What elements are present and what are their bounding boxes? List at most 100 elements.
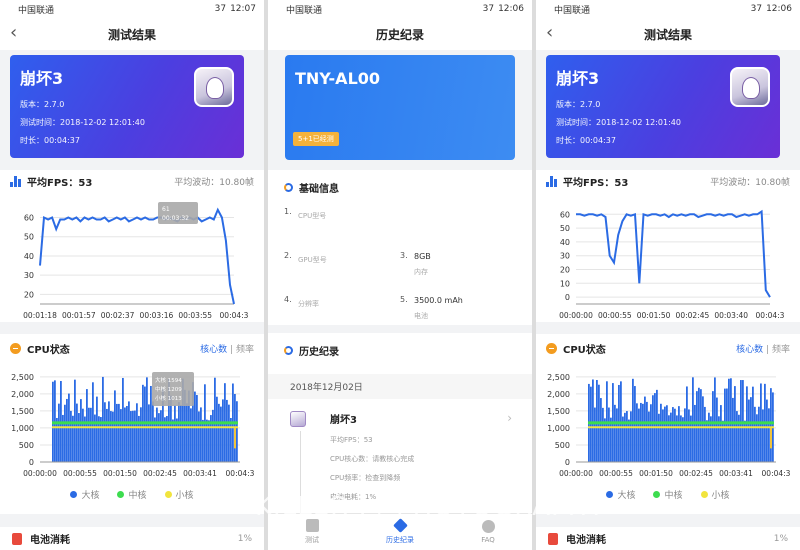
y-tick-label: 20 [560, 265, 570, 274]
cpu-big-core-bar [64, 404, 66, 462]
tab-test[interactable]: 测试 [268, 514, 356, 550]
cpu-big-core-bar [174, 405, 176, 462]
cpu-big-core-bar [640, 402, 642, 462]
cpu-chart: 0 500 1,000 1,500 2,000 2,500 00:00:00 00:00:55… [547, 373, 791, 478]
cpu-big-core-bar [702, 396, 704, 462]
cpu-big-core-bar [202, 419, 204, 462]
cpu-big-core-bar [608, 407, 610, 462]
back-arrow-icon[interactable]: ‹ [546, 24, 553, 42]
cpu-big-core-bar [130, 411, 132, 462]
tab-frequency[interactable]: 频率 [772, 345, 790, 355]
chevron-right-icon[interactable]: › [507, 411, 512, 425]
cpu-big-core-bar [82, 408, 84, 462]
cpu-big-core-bar [732, 397, 734, 462]
cpu-big-core-bar [198, 411, 200, 462]
device-card: TNY-AL00 5+1已经测 [285, 55, 515, 160]
nav-bar: ‹ 测试结果 [0, 18, 264, 50]
panel-test-result-right: 中国联通 37 12:06 ‹ 测试结果 崩坏3 版本：2.7.0 测试时间：20… [536, 0, 800, 550]
history-ring-icon [284, 346, 293, 355]
cpu-big-core-bar [592, 379, 594, 462]
x-tick-label: 00:00:55 [63, 469, 97, 478]
fps-section: 平均FPS：53 平均波动：10.80帧 0 10 20 30 40 50 60 00:00:… [536, 170, 800, 322]
y-tick-label: 0 [565, 458, 570, 467]
y-tick-label: 60 [560, 210, 570, 219]
legend-dot-blue [70, 491, 78, 498]
legend-dot-yellow [164, 491, 172, 498]
y-tick-label: 0 [29, 458, 34, 467]
panel-test-result-left: 中国联通 37 12:07 ‹ 测试结果 崩坏3 版本：2.7.0 测试时间：20… [0, 0, 264, 550]
cpu-big-core-bar [88, 407, 90, 462]
user-icon [481, 520, 495, 533]
cpu-big-core-bar [626, 411, 628, 462]
x-tick-label: 00:01:50 [103, 469, 137, 478]
avg-fps-label: 平均FPS：53 [563, 177, 629, 189]
cpu-big-core-bar [752, 386, 754, 462]
cpu-status-icon [546, 342, 557, 354]
x-tick-label: 00:03:41 [719, 469, 753, 478]
info-grid: 1. CPU型号 2. GPU型号 3. 8GB 内存 4. 分辨率 5. 3500.0 mAh 电池 [268, 205, 532, 333]
battery-label: 电池消耗 [30, 535, 70, 546]
battery-section: 电池消耗 1% [536, 527, 800, 550]
status-bar: 中国联通 37 12:06 [268, 0, 532, 18]
history-cpu-cores: CPU核心数：请教核心完成 [330, 455, 415, 463]
back-arrow-icon[interactable]: ‹ [10, 24, 17, 42]
cpu-section: CPU状态 核心数 | 频率 0 500 1,000 1,500 2,000 2,500 0… [536, 334, 800, 514]
cpu-big-core-bar [768, 408, 770, 462]
cpu-big-core-bar [724, 388, 726, 462]
x-tick-label: 00:03:41 [183, 469, 217, 478]
y-tick-label: 2,500 [11, 373, 34, 382]
cpu-big-core-bar [226, 399, 228, 462]
legend-big-core: 大核 [606, 488, 635, 501]
cpu-big-core-bar [156, 407, 158, 462]
x-tick-label: 00:00:00 [559, 469, 593, 478]
cpu-big-core-bar [178, 402, 180, 462]
x-tick-label: 00:02:45 [143, 469, 177, 478]
history-item[interactable]: 崩坏3 平均FPS：53 CPU核心数：请教核心完成 CPU频率：检查到降频 电… [268, 399, 532, 521]
cpu-big-core-bar [74, 379, 76, 462]
y-tick-label: 30 [24, 271, 34, 280]
tab-separator: | [230, 344, 234, 355]
tab-core-count[interactable]: 核心数 [736, 345, 763, 355]
test-duration: 时长：00:04:37 [556, 136, 616, 145]
cpu-big-core-bar [704, 406, 706, 462]
cpu-big-core-bar [660, 403, 662, 462]
tab-frequency[interactable]: 频率 [236, 345, 254, 355]
cpu-big-core-bar [180, 404, 182, 462]
history-game-name: 崩坏3 [330, 415, 357, 426]
game-icon [194, 67, 234, 107]
info-n: 1. [284, 207, 292, 216]
info-lbl: CPU型号 [298, 212, 327, 220]
cpu-big-core-bar [644, 396, 646, 462]
cpu-big-core-bar [698, 387, 700, 462]
tab-core-count[interactable]: 核心数 [200, 345, 227, 355]
cpu-big-core-bar [86, 389, 88, 462]
legend-dot-green [653, 491, 661, 498]
battery-level: 37 [482, 4, 495, 14]
cpu-big-core-bar [152, 401, 154, 462]
tab-history[interactable]: 历史纪录 [356, 514, 444, 550]
carrier-label: 中国联通 [554, 5, 591, 16]
info-cell: 4. 分辨率 [284, 293, 400, 333]
info-cell: 1. CPU型号 [284, 205, 400, 245]
cpu-big-core-bar [186, 403, 188, 462]
tab-faq[interactable]: FAQ [444, 514, 532, 550]
basic-info-title: 基础信息 [299, 184, 339, 195]
info-n: 2. [284, 251, 292, 260]
legend-mid-core: 中核 [117, 488, 147, 501]
x-tick-label: 00:01:18 [23, 311, 57, 320]
tab-test-label: 测试 [305, 536, 319, 544]
y-tick-label: 2,000 [547, 390, 570, 399]
game-avatar [290, 411, 306, 427]
x-tick-label: 00:02:45 [676, 311, 710, 320]
info-cell [400, 205, 516, 245]
cpu-chart: 0 500 1,000 1,500 2,000 2,500 00:00:00 00:00:55… [11, 372, 255, 478]
x-tick-label: 00:04:3 [220, 311, 249, 320]
cpu-big-core-bar [624, 412, 626, 462]
x-tick-label: 00:02:45 [679, 469, 713, 478]
history-cpu-freq: CPU频率：检查到降频 [330, 474, 401, 482]
cpu-big-core-bar [220, 406, 222, 462]
cpu-big-core-bar [604, 418, 606, 462]
history-section: 历史纪录 2018年12月02日 崩坏3 平均FPS：53 CPU核心数：请教核… [268, 333, 532, 521]
cpu-big-core-bar [218, 403, 220, 462]
y-tick-label: 1,000 [547, 424, 570, 433]
